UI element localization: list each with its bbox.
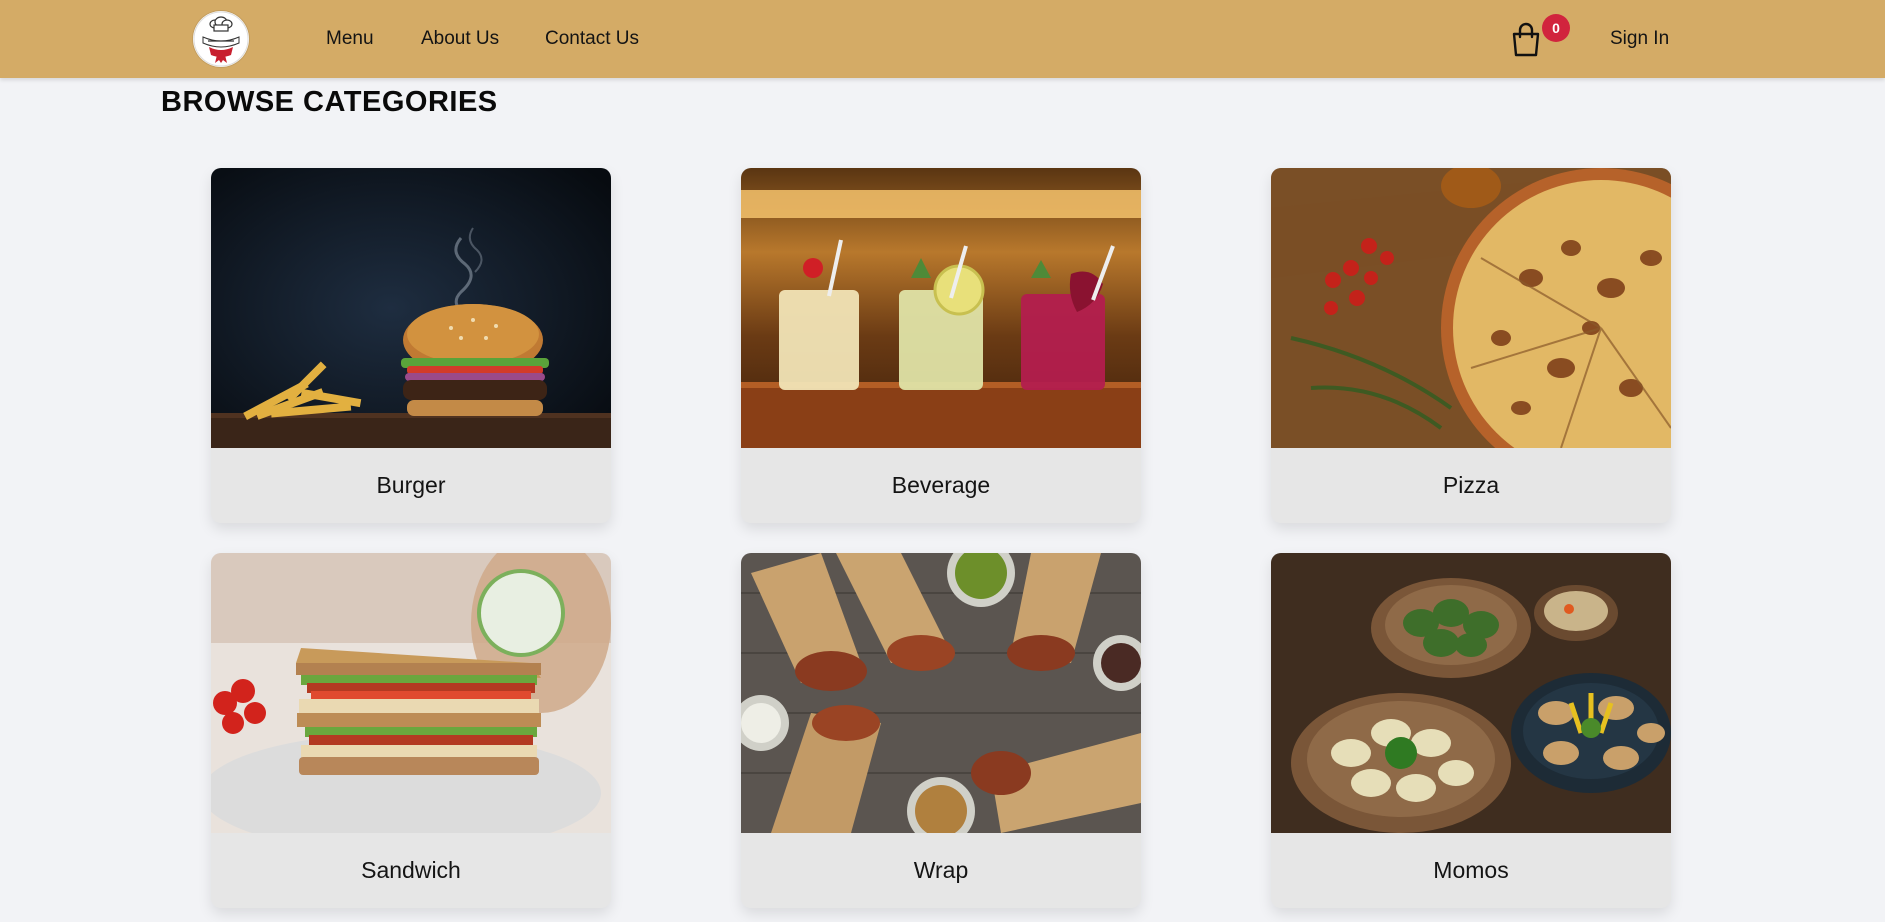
category-card-beverage[interactable]: Beverage	[741, 168, 1141, 523]
category-label: Burger	[376, 472, 446, 498]
nav-contact-link[interactable]: Contact Us	[545, 28, 639, 50]
category-card-momos[interactable]: Momos	[1271, 553, 1671, 908]
category-label: Wrap	[913, 857, 969, 883]
category-card-burger[interactable]: Burger	[211, 168, 611, 523]
beverage-image	[741, 168, 1141, 448]
cart-button[interactable]	[1510, 22, 1542, 58]
category-card-sandwich[interactable]: Sandwich	[211, 553, 611, 908]
cart-count-badge: 0	[1542, 14, 1570, 42]
category-label: Pizza	[1442, 472, 1500, 498]
category-label: Sandwich	[361, 857, 461, 883]
momos-image	[1271, 553, 1671, 833]
shopping-bag-icon	[1512, 22, 1540, 57]
sign-in-link[interactable]: Sign In	[1610, 28, 1669, 50]
pizza-image	[1271, 168, 1671, 448]
page-title: BROWSE CATEGORIES	[161, 86, 498, 118]
nav-menu-link[interactable]: Menu	[326, 28, 374, 50]
wrap-image	[741, 553, 1141, 833]
sandwich-image	[211, 553, 611, 833]
navbar: Menu About Us Contact Us 0 Sign In	[0, 0, 1885, 78]
category-label: Beverage	[891, 472, 991, 498]
category-label: Momos	[1433, 857, 1509, 883]
brand-logo[interactable]	[193, 11, 249, 67]
nav-about-link[interactable]: About Us	[421, 28, 499, 50]
burger-image	[211, 168, 611, 448]
category-card-pizza[interactable]: Pizza	[1271, 168, 1671, 523]
category-card-wrap[interactable]: Wrap	[741, 553, 1141, 908]
